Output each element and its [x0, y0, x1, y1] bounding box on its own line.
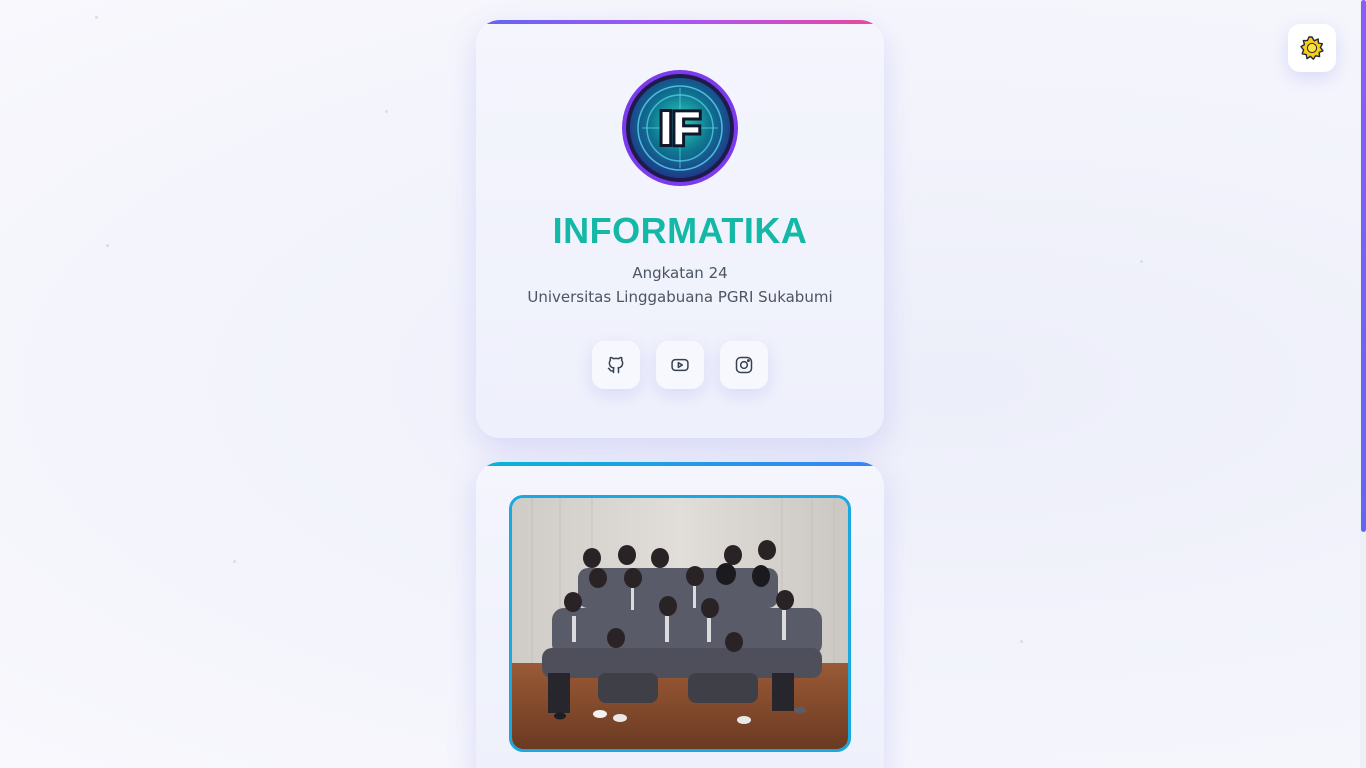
social-links — [592, 341, 768, 389]
instagram-button[interactable] — [720, 341, 768, 389]
scrollbar-thumb[interactable] — [1361, 0, 1366, 532]
theme-toggle-button[interactable] — [1288, 24, 1336, 72]
card-accent-bar — [476, 20, 884, 24]
cohort-label: Angkatan 24 — [632, 264, 728, 282]
background-dot — [106, 244, 109, 247]
page-title: INFORMATIKA — [552, 210, 808, 251]
background-dot — [95, 16, 98, 19]
svg-text:IF: IF — [660, 102, 701, 154]
instagram-icon — [735, 356, 753, 374]
github-button[interactable] — [592, 341, 640, 389]
page-scrollbar[interactable] — [1360, 0, 1366, 768]
github-icon — [607, 356, 624, 374]
university-label: Universitas Linggabuana PGRI Sukabumi — [527, 288, 833, 306]
youtube-button[interactable] — [656, 341, 704, 389]
card-accent-bar — [476, 462, 884, 466]
group-photo-image — [512, 498, 848, 749]
group-photo — [509, 495, 851, 752]
background-dot — [233, 560, 236, 563]
photo-card — [476, 462, 884, 768]
background-dot — [1140, 260, 1143, 263]
youtube-icon — [671, 358, 689, 372]
background-dot — [1020, 640, 1023, 643]
background-dot — [385, 110, 388, 113]
informatika-logo: IF IF — [620, 68, 740, 188]
sun-icon — [1300, 36, 1324, 60]
profile-card: IF IF INFORMATIKA Angkatan 24 Universita… — [476, 20, 884, 438]
